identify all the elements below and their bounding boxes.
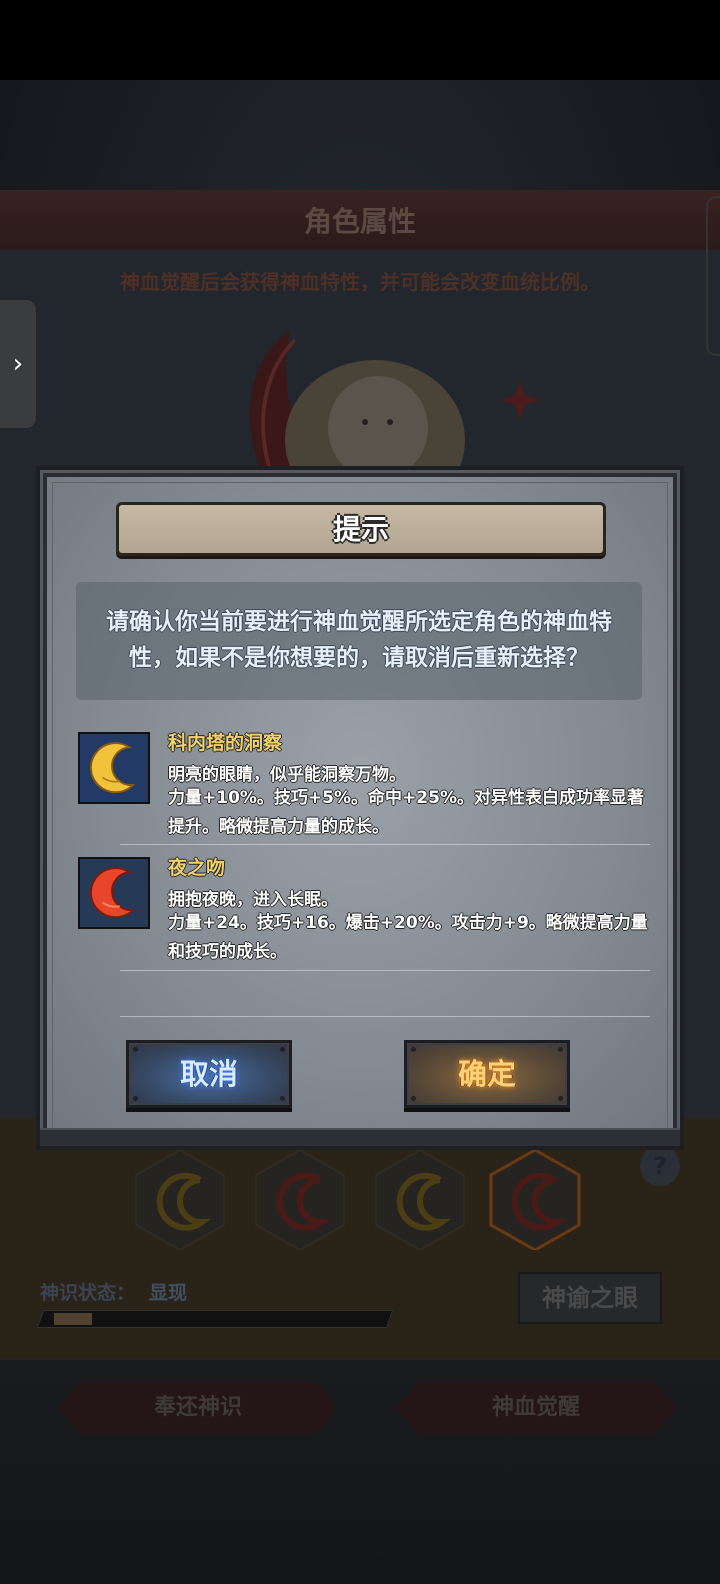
character-portrait [250,330,540,470]
trait-effect: 力量+24。技巧+16。爆击+20%。攻击力+9。略微提高力量和技巧的成长。 [168,913,648,962]
panel-subtitle: 神血觉醒后会获得神血特性，并可能会改变血统比例。 [120,270,600,294]
confirm-button-label: 确定 [457,1057,516,1091]
trait-divider [120,844,650,845]
right-edge-tab [706,196,720,356]
status-label: 神识状态： [40,1282,136,1304]
trait-name: 夜之吻 [168,857,226,879]
expand-side-panel-button[interactable]: › [0,300,36,428]
dialog-message-box: 请确认你当前要进行神血觉醒所选定角色的神血特性，如果不是你想要的，请取消后重新选… [76,582,642,700]
panel-title: 角色属性 [303,205,416,238]
oracle-eye-button[interactable]: 神谕之眼 [518,1272,662,1324]
trait-description: 明亮的眼睛，似乎能洞察万物。 [168,765,406,785]
bloodline-slots [135,1150,581,1250]
cancel-button-label: 取消 [179,1057,238,1091]
consciousness-status: 神识状态： 显现 [40,1278,187,1305]
trait-name: 科内塔的洞察 [168,732,283,754]
dialog-bottom-trim [40,1128,680,1146]
trait-description: 拥抱夜晚，进入长眠。 [168,890,338,910]
confirm-dialog: 提示 请确认你当前要进行神血觉醒所选定角色的神血特性，如果不是你想要的，请取消后… [36,466,684,1150]
trait-effect: 力量+10%。技巧+5%。命中+25%。对异性表白成功率显著提升。略微提高力量的… [168,788,644,837]
red-crescent-moon-icon [78,857,150,929]
consciousness-progress-fill [54,1313,92,1325]
cancel-button[interactable]: 取消 [126,1040,292,1108]
golden-crescent-moon-icon [78,732,150,804]
dialog-message: 请确认你当前要进行神血觉醒所选定角色的神血特性，如果不是你想要的，请取消后重新选… [106,609,612,671]
confirm-button[interactable]: 确定 [404,1040,570,1108]
trait-divider [120,1016,650,1017]
return-consciousness-button[interactable]: 奉还神识 [58,1382,338,1434]
dialog-title: 提示 [332,513,389,546]
dialog-title-banner: 提示 [116,502,606,556]
status-value: 显现 [149,1282,188,1304]
trait-divider [120,970,650,971]
divine-blood-awaken-button[interactable]: 神血觉醒 [396,1382,676,1434]
help-icon[interactable]: ? [640,1146,680,1186]
status-bar [0,0,720,80]
